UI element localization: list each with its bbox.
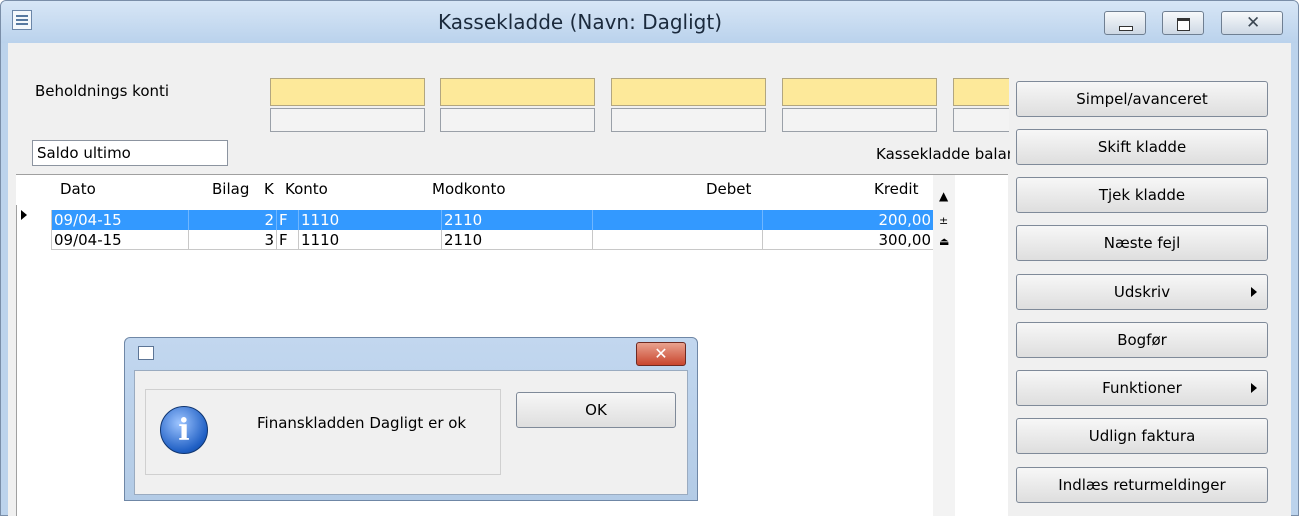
close-button[interactable]: ✕ [1221,11,1283,35]
ok-button[interactable]: OK [516,392,676,428]
cell-bilag[interactable]: 2 [189,210,277,230]
beholdning-value-5 [953,108,1009,132]
cell-debet[interactable] [593,210,763,230]
column-header-konto[interactable]: Konto [285,180,328,198]
column-header-kredit[interactable]: Kredit [874,180,918,198]
saldo-ultimo-field[interactable]: Saldo ultimo [32,140,228,166]
cell-k[interactable]: F [277,210,299,230]
simpel-avanceret-button[interactable]: Simpel/avanceret [1016,81,1268,117]
cell-modkonto[interactable]: 2110 [442,210,593,230]
minimize-button[interactable] [1104,11,1146,35]
table-row[interactable]: 09/04-15 3 F 1110 2110 300,00 [16,230,933,250]
funktioner-button[interactable]: Funktioner [1016,370,1268,406]
indlaes-returmeldinger-button[interactable]: Indlæs returmeldinger [1016,467,1268,503]
beholdning-field-1[interactable] [270,78,425,106]
funktioner-label: Funktioner [1102,379,1182,397]
scroll-up-icon[interactable]: ▲ [939,190,948,202]
column-header-dato[interactable]: Dato [60,180,96,198]
cell-dato[interactable]: 09/04-15 [51,230,189,250]
cell-debet[interactable] [593,230,763,250]
cell-konto[interactable]: 1110 [299,230,442,250]
cell-bilag[interactable]: 3 [189,230,277,250]
restore-icon [1177,18,1190,31]
beholdnings-konti-label: Beholdnings konti [35,82,170,100]
cell-konto[interactable]: 1110 [299,210,442,230]
cell-modkonto[interactable]: 2110 [442,230,593,250]
close-icon: ✕ [1246,13,1261,33]
udskriv-button[interactable]: Udskriv [1016,274,1268,310]
beholdning-value-1 [270,108,425,132]
skift-kladde-button[interactable]: Skift kladde [1016,129,1268,165]
kassekladde-balance-label: Kassekladde balance [876,145,1010,163]
dialog-close-button[interactable]: ✕ [636,342,686,366]
table-row[interactable]: 09/04-15 2 F 1110 2110 200,00 [16,210,933,230]
scroll-to-end-icon[interactable]: ⏏ [939,236,949,248]
window-title: Kassekladde (Navn: Dagligt) [437,10,723,34]
dialog-message: Finanskladden Dagligt er ok [257,414,467,432]
column-header-modkonto[interactable]: Modkonto [432,180,506,198]
tjek-kladde-button[interactable]: Tjek kladde [1016,177,1268,213]
cell-dato[interactable]: 09/04-15 [51,210,189,230]
bogfoer-button[interactable]: Bogfør [1016,322,1268,358]
dialog-app-icon[interactable] [138,346,154,360]
cell-k[interactable]: F [277,230,299,250]
beholdning-value-4 [782,108,937,132]
beholdning-field-2[interactable] [440,78,595,106]
beholdning-field-3[interactable] [611,78,766,106]
naeste-fejl-button[interactable]: Næste fejl [1016,225,1268,261]
column-header-debet[interactable]: Debet [706,180,751,198]
submenu-arrow-icon [1251,383,1257,393]
maximize-button[interactable] [1162,11,1204,35]
udlign-faktura-button[interactable]: Udlign faktura [1016,418,1268,454]
beholdning-field-5[interactable] [953,78,1009,106]
info-icon: i [160,406,208,454]
submenu-arrow-icon [1251,287,1257,297]
cell-kredit[interactable]: 300,00 [763,230,933,250]
cell-kredit[interactable]: 200,00 [763,210,933,230]
beholdning-field-4[interactable] [782,78,937,106]
minimize-icon [1119,26,1133,31]
scroll-page-up-icon[interactable]: ± [939,215,948,227]
beholdning-value-2 [440,108,595,132]
udskriv-label: Udskriv [1113,283,1171,301]
beholdning-value-3 [611,108,766,132]
column-header-bilag[interactable]: Bilag [212,180,249,198]
column-header-k[interactable]: K [264,180,274,198]
